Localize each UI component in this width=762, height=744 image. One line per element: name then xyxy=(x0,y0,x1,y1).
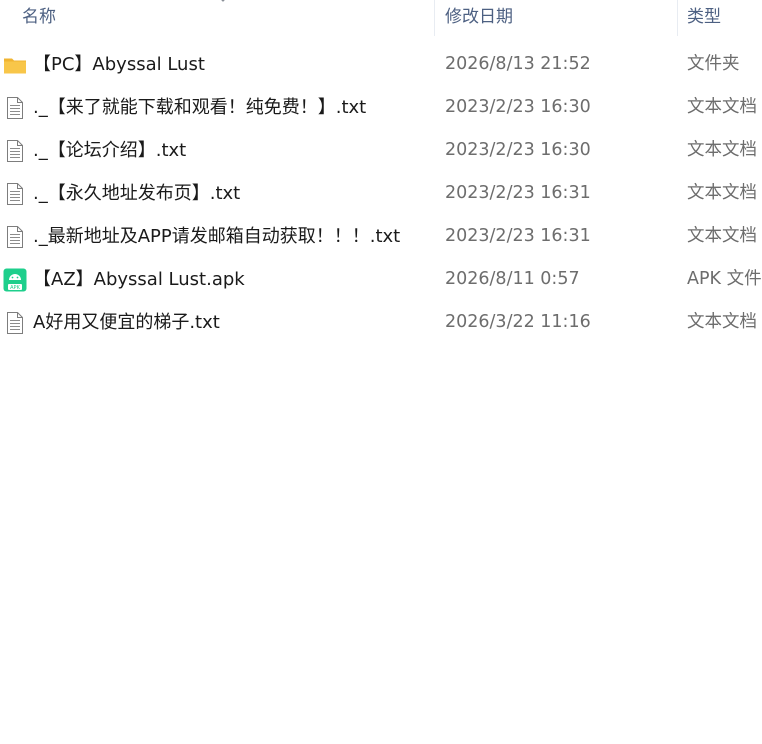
text-file-icon xyxy=(7,183,23,205)
file-date-modified: 2026/8/13 21:52 xyxy=(445,54,591,74)
folder-icon xyxy=(4,58,26,74)
file-type: 文本文档 xyxy=(687,140,757,160)
file-name: ._【来了就能下载和观看！纯免费！】.txt xyxy=(33,97,367,118)
file-row[interactable]: A好用又便宜的梯子.txt 2026/3/22 11:16 文本文档 xyxy=(0,301,762,344)
file-row[interactable]: ._最新地址及APP请发邮箱自动获取！！！.txt 2023/2/23 16:3… xyxy=(0,215,762,258)
file-date-modified: 2023/2/23 16:30 xyxy=(445,97,591,117)
column-header-date-modified[interactable]: 修改日期 xyxy=(445,6,513,28)
file-date-modified: 2023/2/23 16:31 xyxy=(445,183,591,203)
file-row[interactable]: ._【来了就能下载和观看！纯免费！】.txt 2023/2/23 16:30 文… xyxy=(0,86,762,129)
file-date-modified: 2026/3/22 11:16 xyxy=(445,312,591,332)
file-name: ._【论坛介绍】.txt xyxy=(33,140,187,161)
column-header-name[interactable]: 名称 xyxy=(22,6,56,28)
text-file-icon xyxy=(7,226,23,248)
file-row[interactable]: ._【永久地址发布页】.txt 2023/2/23 16:31 文本文档 xyxy=(0,172,762,215)
svg-text:APK: APK xyxy=(10,285,20,291)
file-type: 文本文档 xyxy=(687,226,757,246)
apk-file-icon: APK xyxy=(3,268,27,292)
file-name: 【PC】Abyssal Lust xyxy=(33,54,205,75)
file-row[interactable]: APK 【AZ】Abyssal Lust.apk 2026/8/11 0:57 … xyxy=(0,258,762,301)
column-divider[interactable] xyxy=(677,0,678,36)
text-file-icon xyxy=(7,312,23,334)
file-date-modified: 2023/2/23 16:31 xyxy=(445,226,591,246)
file-type: 文本文档 xyxy=(687,183,757,203)
text-file-icon xyxy=(7,97,23,119)
file-date-modified: 2026/8/11 0:57 xyxy=(445,269,580,289)
file-type: 文本文档 xyxy=(687,97,757,117)
file-row[interactable]: 【PC】Abyssal Lust 2026/8/13 21:52 文件夹 xyxy=(0,43,762,86)
column-divider[interactable] xyxy=(434,0,435,36)
file-name: ._【永久地址发布页】.txt xyxy=(33,183,241,204)
column-header-bar: 名称 修改日期 类型 xyxy=(0,0,762,36)
file-type: APK 文件 xyxy=(687,269,762,289)
file-date-modified: 2023/2/23 16:30 xyxy=(445,140,591,160)
file-name: ._最新地址及APP请发邮箱自动获取！！！.txt xyxy=(33,226,401,247)
file-type: 文本文档 xyxy=(687,312,757,332)
text-file-icon xyxy=(7,140,23,162)
file-name: A好用又便宜的梯子.txt xyxy=(33,312,220,333)
file-type: 文件夹 xyxy=(687,54,740,74)
column-header-type[interactable]: 类型 xyxy=(687,6,721,28)
file-list: 【PC】Abyssal Lust 2026/8/13 21:52 文件夹 ._【… xyxy=(0,43,762,344)
file-row[interactable]: ._【论坛介绍】.txt 2023/2/23 16:30 文本文档 xyxy=(0,129,762,172)
sort-ascending-icon[interactable] xyxy=(218,0,228,4)
file-name: 【AZ】Abyssal Lust.apk xyxy=(33,269,245,290)
